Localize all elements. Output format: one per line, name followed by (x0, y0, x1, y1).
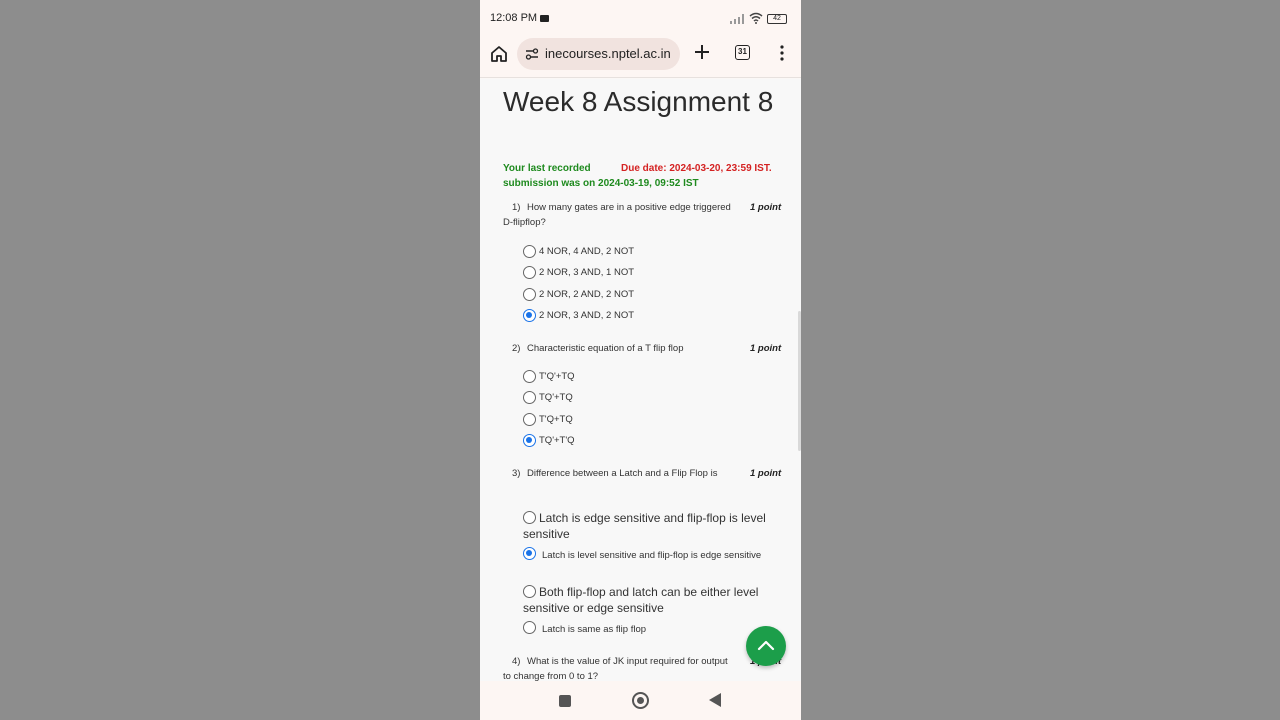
option-label: 2 NOR, 3 AND, 1 NOT (539, 267, 635, 278)
option-label: 2 NOR, 3 AND, 2 NOT (539, 310, 635, 321)
assignment-page: Week 8 Assignment 8 Your last recorded D… (480, 79, 801, 681)
question-text: What is the value of JK input required f… (527, 656, 728, 667)
question-number: 2) (512, 343, 521, 354)
answer-option[interactable]: Both flip-flop and latch can be either l… (523, 584, 773, 616)
question-points: 1 point (750, 343, 782, 354)
background-right (801, 0, 1280, 720)
radio-button[interactable] (523, 511, 536, 524)
answer-option[interactable]: Latch is edge sensitive and flip-flop is… (523, 510, 773, 542)
answer-option[interactable]: T'Q'+TQ (523, 370, 575, 383)
radio-button[interactable] (523, 288, 536, 301)
site-settings-icon[interactable] (525, 47, 539, 61)
camera-icon (540, 15, 549, 22)
question-text-cont: D-flipflop? (503, 217, 546, 228)
radio-button[interactable] (523, 245, 536, 258)
address-bar[interactable]: inecourses.nptel.ac.in (517, 38, 680, 70)
option-label: Both flip-flop and latch can be either l… (523, 585, 759, 615)
url-text: inecourses.nptel.ac.in (545, 46, 671, 61)
option-label: T'Q+TQ (539, 414, 573, 425)
radio-button[interactable] (523, 413, 536, 426)
radio-button[interactable] (523, 266, 536, 279)
question-text: Difference between a Latch and a Flip Fl… (527, 468, 718, 479)
home-icon[interactable] (489, 44, 509, 64)
phone-screen: 12:08 PM 42 inecourses.nptel.ac.in 31 We… (480, 0, 801, 720)
answer-option-selected[interactable]: 2 NOR, 3 AND, 2 NOT (523, 309, 635, 322)
due-date-text: Due date: 2024-03-20, 23:59 IST. (621, 163, 772, 174)
wifi-icon (749, 12, 763, 24)
answer-option[interactable]: Latch is same as flip flop (523, 621, 773, 638)
option-label: 4 NOR, 4 AND, 2 NOT (539, 246, 635, 257)
tab-switcher-button[interactable]: 31 (735, 45, 750, 60)
option-label: TQ'+TQ (539, 392, 573, 403)
question-text: Characteristic equation of a T flip flop (527, 343, 684, 354)
radio-button[interactable] (523, 585, 536, 598)
new-tab-icon[interactable] (692, 42, 712, 62)
option-label: T'Q'+TQ (539, 371, 575, 382)
more-menu-icon[interactable] (777, 44, 787, 62)
radio-button-selected[interactable] (523, 309, 536, 322)
radio-button[interactable] (523, 370, 536, 383)
option-label: Latch is same as flip flop (542, 624, 647, 635)
question-number: 3) (512, 468, 521, 479)
last-submission-text: Your last recorded (503, 163, 591, 174)
answer-option-selected[interactable]: TQ'+T'Q (523, 434, 575, 447)
answer-option[interactable]: T'Q+TQ (523, 413, 573, 426)
last-submission-date: submission was on 2024-03-19, 09:52 IST (503, 178, 699, 189)
radio-button[interactable] (523, 621, 536, 634)
page-title: Week 8 Assignment 8 (503, 86, 774, 117)
answer-option[interactable]: 2 NOR, 3 AND, 1 NOT (523, 266, 635, 279)
option-label: TQ'+T'Q (539, 435, 575, 446)
question-number: 4) (512, 656, 521, 667)
system-nav-bar (480, 681, 801, 720)
answer-option[interactable]: 2 NOR, 2 AND, 2 NOT (523, 288, 635, 301)
page-scrollbar[interactable] (798, 311, 801, 451)
answer-option-selected[interactable]: Latch is level sensitive and flip-flop i… (523, 547, 773, 564)
radio-button-selected[interactable] (523, 434, 536, 447)
radio-button-selected[interactable] (523, 547, 536, 560)
chevron-up-icon (757, 640, 775, 651)
recents-icon[interactable] (559, 695, 571, 707)
option-label: 2 NOR, 2 AND, 2 NOT (539, 289, 635, 300)
question-text-cont: to change from 0 to 1? (503, 671, 599, 681)
signal-icon (730, 14, 744, 24)
status-bar: 12:08 PM 42 (480, 0, 801, 36)
background-left (0, 0, 480, 720)
option-label: Latch is level sensitive and flip-flop i… (542, 550, 762, 561)
question-points: 1 point (750, 468, 782, 479)
browser-toolbar: inecourses.nptel.ac.in 31 (480, 36, 801, 78)
question-points: 1 point (750, 202, 782, 213)
question-number: 1) (512, 202, 521, 213)
answer-option[interactable]: 4 NOR, 4 AND, 2 NOT (523, 245, 635, 258)
radio-button[interactable] (523, 391, 536, 404)
option-label: Latch is edge sensitive and flip-flop is… (523, 511, 766, 541)
answer-option[interactable]: TQ'+TQ (523, 391, 573, 404)
back-icon[interactable] (709, 693, 721, 707)
battery-icon: 42 (767, 14, 787, 24)
status-time: 12:08 PM (490, 12, 538, 24)
scroll-to-top-button[interactable] (746, 626, 786, 666)
home-nav-icon[interactable] (632, 692, 649, 709)
question-text: How many gates are in a positive edge tr… (527, 202, 731, 213)
